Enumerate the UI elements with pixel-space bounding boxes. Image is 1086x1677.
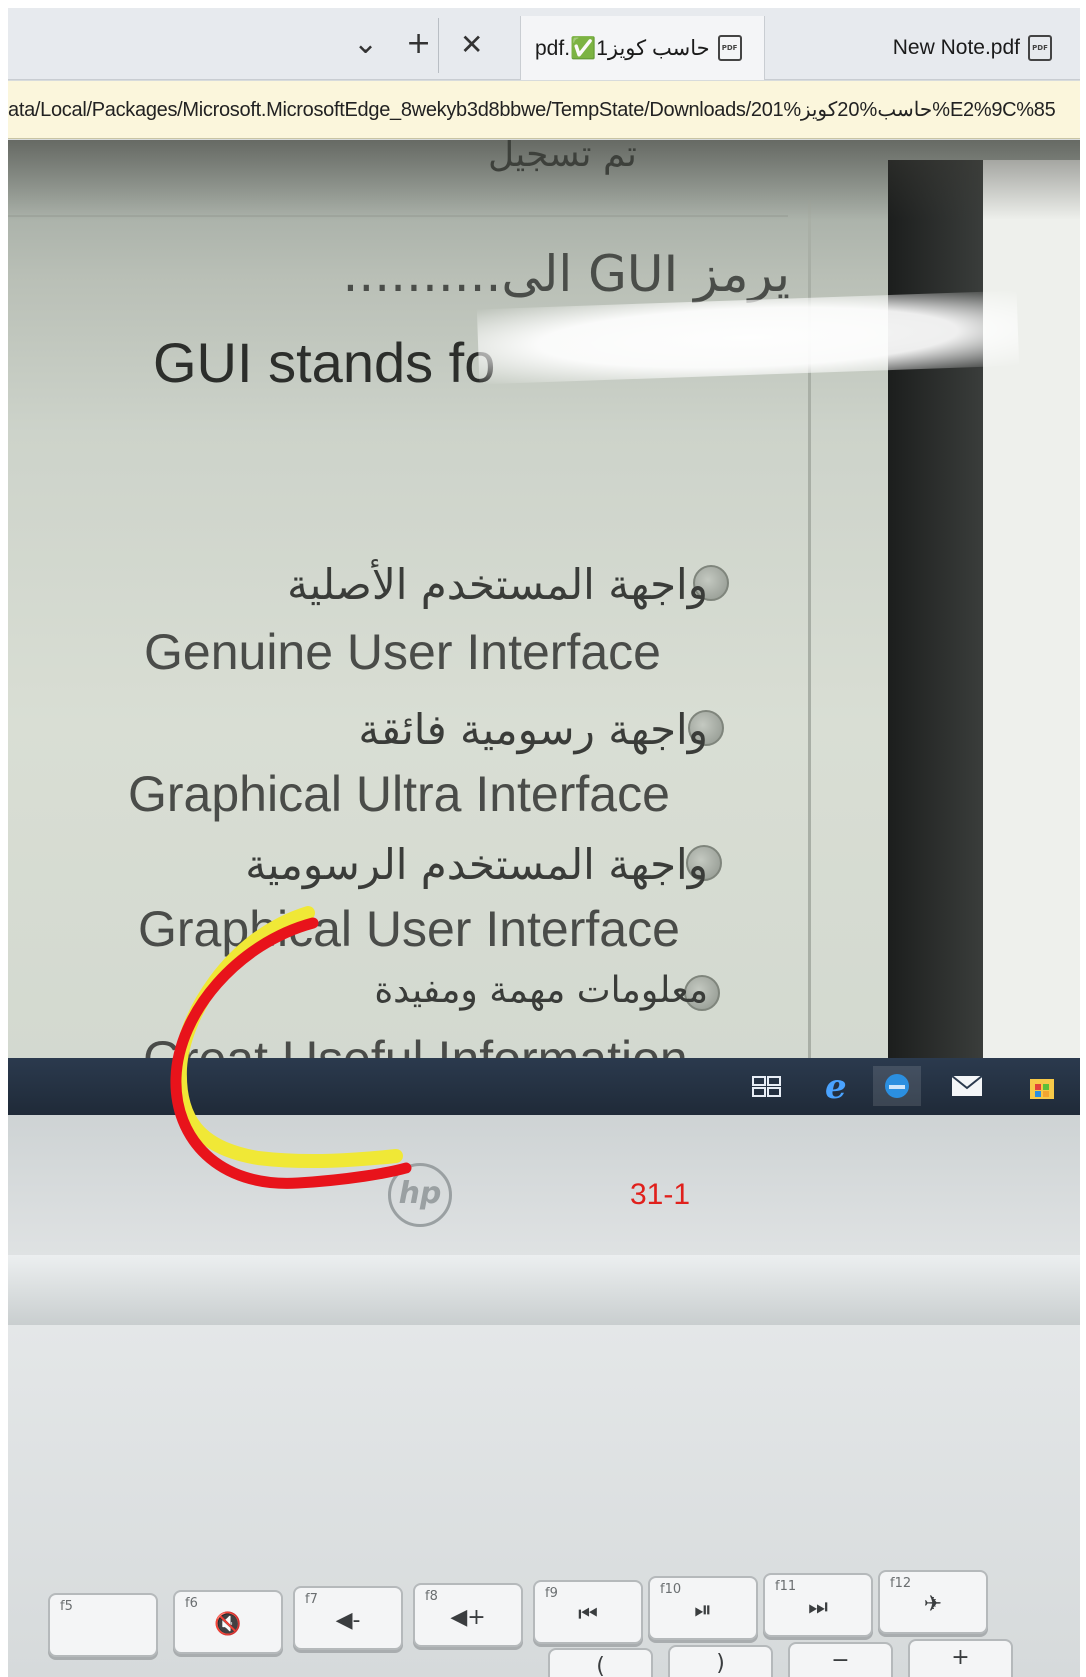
internet-explorer-icon[interactable]: e xyxy=(813,1066,861,1106)
key-plus[interactable]: + xyxy=(908,1639,1013,1677)
option-arabic: معلومات مهمة ومفيدة xyxy=(374,970,708,1011)
cropped-header-text: تم تسجيل xyxy=(488,140,637,175)
task-view-icon[interactable] xyxy=(743,1066,791,1106)
fn-label: f5 xyxy=(60,1599,73,1614)
new-tab-button[interactable]: + xyxy=(406,26,431,61)
pdf-icon: PDF xyxy=(1028,35,1052,61)
key-glyph: + xyxy=(951,1645,970,1670)
fn-label: f12 xyxy=(890,1576,912,1591)
svg-text:e: e xyxy=(825,1068,847,1104)
key-glyph: ) xyxy=(716,1651,725,1676)
laptop-bezel xyxy=(8,1115,1080,1255)
fn-label: f7 xyxy=(305,1592,318,1607)
fn-label: f8 xyxy=(425,1589,438,1604)
store-icon[interactable] xyxy=(1018,1066,1066,1106)
key-f6-mute[interactable]: f6 🔇 xyxy=(173,1590,283,1654)
tab-label: New Note.pdf xyxy=(892,36,1020,59)
key-f10-play-pause[interactable]: f10 ⏯ xyxy=(648,1576,758,1640)
tab-quiz-pdf[interactable]: حاسب كويز1✅.pdf PDF xyxy=(520,16,765,80)
tab-label: حاسب كويز1✅.pdf xyxy=(535,36,710,60)
key-f9-previous[interactable]: f9 ⏮ xyxy=(533,1580,643,1644)
mute-icon: 🔇 xyxy=(214,1612,242,1637)
address-bar[interactable]: ata/Local/Packages/Microsoft.MicrosoftEd… xyxy=(8,81,1080,139)
tab-divider xyxy=(438,18,439,73)
laptop-hinge xyxy=(8,1255,1080,1325)
key-close-paren[interactable]: ) xyxy=(668,1645,773,1677)
fn-label: f11 xyxy=(775,1579,797,1594)
key-glyph: − xyxy=(831,1648,850,1673)
option-english: Genuine User Interface xyxy=(144,624,661,680)
answer-option[interactable]: واجهة المستخدم الأصلية Genuine User Inte… xyxy=(8,560,808,700)
fn-label: f10 xyxy=(660,1582,682,1597)
fn-label: f6 xyxy=(185,1596,198,1611)
key-f11-next[interactable]: f11 ⏭ xyxy=(763,1573,873,1637)
hp-logo: hp xyxy=(388,1163,452,1227)
edge-icon[interactable] xyxy=(873,1066,921,1106)
answer-option[interactable]: واجهة رسومية فائقة Graphical Ultra Inter… xyxy=(8,705,808,845)
pdf-icon: PDF xyxy=(717,35,742,61)
key-glyph: ( xyxy=(596,1654,605,1677)
volume-up-icon: ◀+ xyxy=(450,1605,486,1630)
windows-taskbar: e xyxy=(8,1058,1080,1115)
header-divider xyxy=(8,215,788,217)
key-f7-volume-down[interactable]: f7 ◀- xyxy=(293,1586,403,1650)
photo: ⌄ + ✕ حاسب كويز1✅.pdf PDF New Note.pdf P… xyxy=(8,8,1080,1677)
play-pause-icon: ⏯ xyxy=(694,1598,712,1623)
next-track-icon: ⏭ xyxy=(808,1595,828,1620)
option-english: Graphical Ultra Interface xyxy=(128,766,670,822)
key-minus[interactable]: − xyxy=(788,1642,893,1677)
option-arabic: واجهة المستخدم الرسومية xyxy=(245,840,708,889)
annotation-label: 31-1 xyxy=(630,1178,691,1211)
previous-track-icon: ⏮ xyxy=(578,1602,598,1627)
address-url[interactable]: ata/Local/Packages/Microsoft.MicrosoftEd… xyxy=(8,97,1056,122)
question-arabic: يرمز GUI الى.......... xyxy=(342,245,790,303)
option-arabic: واجهة المستخدم الأصلية xyxy=(287,560,708,609)
answer-option[interactable]: واجهة المستخدم الرسومية Graphical User I… xyxy=(8,840,808,980)
airplane-icon: ✈ xyxy=(923,1592,943,1617)
question-english: GUI stands fo xyxy=(153,331,496,394)
key-f5[interactable]: f5 xyxy=(48,1593,158,1657)
key-f12-airplane[interactable]: f12 ✈ xyxy=(878,1570,988,1634)
key-f8-volume-up[interactable]: f8 ◀+ xyxy=(413,1583,523,1647)
option-arabic: واجهة رسومية فائقة xyxy=(358,705,708,754)
volume-down-icon: ◀- xyxy=(335,1608,361,1633)
tab-strip: ⌄ + ✕ حاسب كويز1✅.pdf PDF New Note.pdf P… xyxy=(8,8,1080,80)
mail-icon[interactable] xyxy=(943,1066,991,1106)
tab-new-note-pdf[interactable]: New Note.pdf PDF xyxy=(766,16,1066,80)
close-tab-icon[interactable]: ✕ xyxy=(460,28,483,61)
key-open-paren[interactable]: ( xyxy=(548,1648,653,1677)
tab-list-chevron-icon[interactable]: ⌄ xyxy=(353,26,378,61)
photographed-screen: تم تسجيل يرمز GUI الى.......... GUI stan… xyxy=(8,140,1080,1115)
fn-label: f9 xyxy=(545,1586,558,1601)
option-english: Graphical User Interface xyxy=(138,901,680,957)
